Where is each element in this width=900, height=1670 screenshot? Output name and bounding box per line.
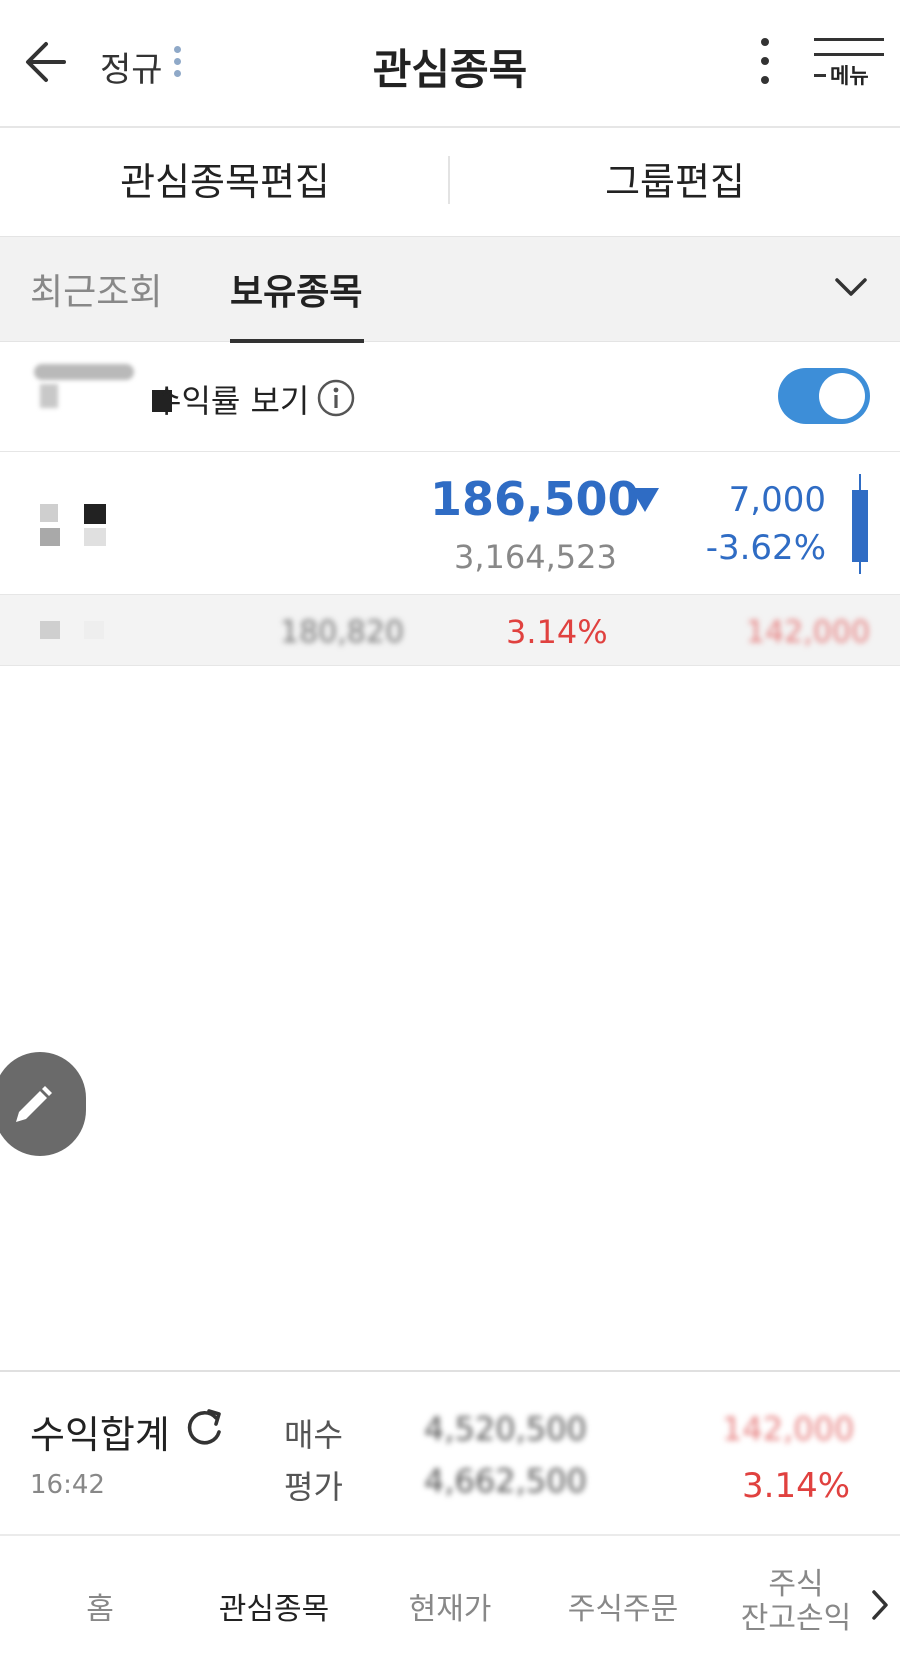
profit-summary-panel: 수익합계 16:42 매수 평가 4,520,500 4,662,500 142… bbox=[0, 1370, 900, 1536]
bottom-nav: 홈 관심종목 현재가 주식주문 주식 잔고손익 bbox=[0, 1538, 900, 1670]
menu-label: 메뉴 bbox=[830, 64, 869, 88]
menu-line-icon bbox=[814, 53, 884, 56]
summary-time: 16:42 bbox=[30, 1470, 105, 1500]
eval-label: 평가 bbox=[284, 1468, 343, 1506]
holding-summary-row[interactable]: 180,820 3.14% 142,000 bbox=[0, 594, 900, 666]
price-change-amount: 7,000 bbox=[728, 480, 826, 520]
redacted-stock-name bbox=[84, 528, 106, 546]
redacted-text bbox=[34, 364, 134, 380]
chevron-down-icon[interactable] bbox=[834, 276, 868, 298]
total-profit-percent: 3.14% bbox=[742, 1466, 851, 1506]
redacted-stock-name bbox=[84, 621, 104, 639]
chevron-right-icon[interactable] bbox=[870, 1588, 890, 1622]
watchlist-edit-button[interactable]: 관심종목편집 bbox=[0, 130, 450, 234]
price-change-percent: -3.62% bbox=[705, 528, 826, 568]
profit-view-label: 수익률 보기 bbox=[152, 382, 310, 420]
profit-summary-title: 수익합계 bbox=[30, 1413, 170, 1457]
tab-holdings[interactable]: 보유종목 bbox=[230, 263, 362, 315]
nav-balance-pnl[interactable]: 주식 잔고손익 bbox=[736, 1568, 856, 1636]
candle-body bbox=[852, 490, 868, 562]
menu-line-icon bbox=[814, 38, 884, 41]
total-profit-amount: 142,000 bbox=[722, 1410, 855, 1448]
nav-stock-order[interactable]: 주식주문 bbox=[558, 1584, 688, 1628]
nav-current-price[interactable]: 현재가 bbox=[400, 1584, 500, 1628]
app-header: 정규 관심종목 메뉴 bbox=[0, 0, 900, 128]
redacted-stock-name bbox=[40, 621, 60, 639]
buy-amount: 4,520,500 bbox=[424, 1410, 587, 1448]
current-price: 186,500 bbox=[430, 472, 640, 526]
profit-view-toggle[interactable] bbox=[778, 368, 870, 424]
group-edit-button[interactable]: 그룹편집 bbox=[450, 130, 900, 234]
nav-watchlist[interactable]: 관심종목 bbox=[206, 1584, 342, 1628]
active-tab-indicator bbox=[230, 339, 364, 343]
redacted-stock-name bbox=[40, 504, 58, 522]
buy-label: 매수 bbox=[284, 1416, 343, 1454]
stock-row[interactable]: 186,500 3,164,523 7,000 -3.62% bbox=[0, 452, 900, 594]
nav-home[interactable]: 홈 bbox=[70, 1584, 130, 1628]
group-tab-bar: 최근조회 보유종목 bbox=[0, 236, 900, 343]
tab-recent[interactable]: 최근조회 bbox=[30, 263, 162, 315]
edit-fab-button[interactable] bbox=[0, 1052, 86, 1156]
down-triangle-icon bbox=[631, 488, 659, 512]
refresh-icon[interactable] bbox=[182, 1406, 226, 1450]
nav-balance-pnl-line1: 주식 bbox=[768, 1567, 824, 1602]
average-price: 180,820 bbox=[280, 615, 405, 650]
edit-bar: 관심종목편집 그룹편집 bbox=[0, 130, 900, 234]
more-vertical-icon[interactable] bbox=[752, 38, 778, 92]
redacted-stock-name bbox=[84, 504, 106, 524]
redacted-stock-name bbox=[40, 528, 60, 546]
holding-profit-amount: 142,000 bbox=[746, 615, 871, 650]
nav-balance-pnl-line2: 잔고손익 bbox=[740, 1601, 852, 1636]
pencil-icon bbox=[16, 1086, 52, 1122]
menu-button[interactable]: 메뉴 bbox=[810, 36, 890, 92]
holding-profit-percent: 3.14% bbox=[506, 613, 608, 651]
eval-amount: 4,662,500 bbox=[424, 1462, 587, 1500]
toggle-knob bbox=[819, 373, 865, 419]
info-icon[interactable] bbox=[316, 378, 356, 418]
profit-toggle-row: 수익률 보기 bbox=[0, 344, 900, 452]
menu-line-icon bbox=[814, 74, 826, 77]
redacted-text bbox=[40, 384, 58, 408]
trading-volume: 3,164,523 bbox=[454, 538, 617, 576]
